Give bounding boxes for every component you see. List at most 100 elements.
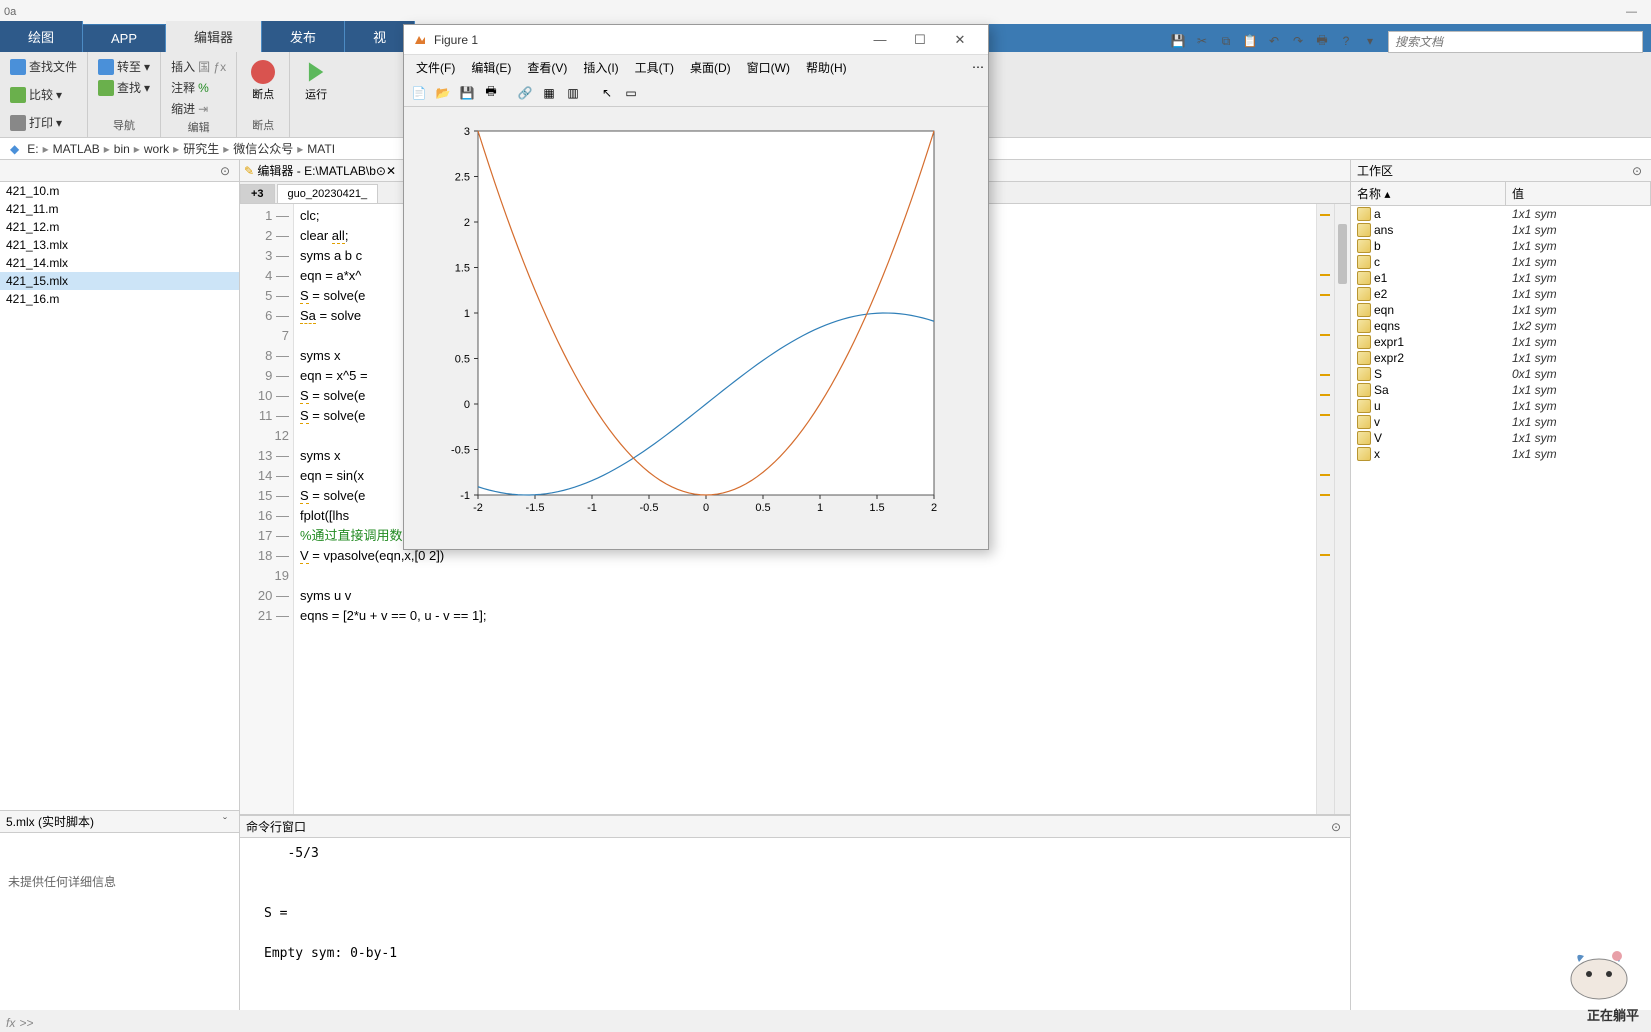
pointer-icon[interactable]: ↖ xyxy=(596,82,618,104)
panel-menu-icon[interactable]: ⊙ xyxy=(217,163,233,179)
menu-insert[interactable]: 插入(I) xyxy=(575,56,626,79)
workspace-row[interactable]: c1x1 sym xyxy=(1351,254,1651,270)
figure-titlebar[interactable]: Figure 1 — ☐ ✕ xyxy=(404,25,988,55)
breakpoint-button[interactable]: 断点 xyxy=(243,56,283,106)
file-item[interactable]: 421_12.m xyxy=(0,218,239,236)
save-icon[interactable]: 💾 xyxy=(1167,30,1189,52)
new-figure-icon[interactable]: 📄 xyxy=(408,82,430,104)
svg-text:0: 0 xyxy=(464,399,470,411)
paste-icon[interactable]: 📋 xyxy=(1239,30,1261,52)
workspace-row[interactable]: Sa1x1 sym xyxy=(1351,382,1651,398)
print-button[interactable]: 打印 ▾ xyxy=(6,112,81,133)
indent-button[interactable]: 缩进 ⇥ xyxy=(167,98,230,119)
workspace-row[interactable]: b1x1 sym xyxy=(1351,238,1651,254)
search-input[interactable] xyxy=(1388,31,1643,53)
cut-icon[interactable]: ✂ xyxy=(1191,30,1213,52)
qat-dropdown-icon[interactable]: ▾ xyxy=(1359,30,1381,52)
menu-desktop[interactable]: 桌面(D) xyxy=(682,56,739,79)
run-button[interactable]: 运行 xyxy=(296,56,336,106)
comment-button[interactable]: 注释 % xyxy=(167,77,230,98)
command-output[interactable]: -5/3 S = Empty sym: 0-by-1 xyxy=(240,838,1350,1010)
figure-canvas[interactable]: -2-1.5-1-0.500.511.52-1-0.500.511.522.53 xyxy=(404,107,988,549)
menu-edit[interactable]: 编辑(E) xyxy=(463,56,519,79)
file-item[interactable]: 421_10.m xyxy=(0,182,239,200)
ws-menu-icon[interactable]: ⊙ xyxy=(1629,163,1645,179)
menu-help[interactable]: 帮助(H) xyxy=(798,56,855,79)
detail-collapse-icon[interactable]: ˇ xyxy=(217,814,233,830)
undo-icon[interactable]: ↶ xyxy=(1263,30,1285,52)
editor-close-icon[interactable]: ✕ xyxy=(386,164,396,178)
col-value[interactable]: 值 xyxy=(1506,182,1651,205)
workspace-table[interactable]: a1x1 symans1x1 symb1x1 symc1x1 syme11x1 … xyxy=(1351,206,1651,1010)
workspace-row[interactable]: v1x1 sym xyxy=(1351,414,1651,430)
print-figure-icon[interactable]: 🖶 xyxy=(480,82,502,104)
goto-button[interactable]: 转至 ▾ xyxy=(94,56,154,77)
editor-menu-icon[interactable]: ⊙ xyxy=(376,164,386,178)
fig-close-button[interactable]: ✕ xyxy=(940,26,980,54)
crumb-2[interactable]: bin xyxy=(110,142,134,156)
tab-publish[interactable]: 发布 xyxy=(262,21,345,52)
workspace-row[interactable]: x1x1 sym xyxy=(1351,446,1651,462)
link-icon[interactable]: 🔗 xyxy=(514,82,536,104)
file-item[interactable]: 421_14.mlx xyxy=(0,254,239,272)
tab-editor[interactable]: 编辑器 xyxy=(166,21,262,52)
fig-maximize-button[interactable]: ☐ xyxy=(900,26,940,54)
menu-more-icon[interactable]: ⋯ xyxy=(972,60,984,74)
workspace-row[interactable]: V1x1 sym xyxy=(1351,430,1651,446)
menu-window[interactable]: 窗口(W) xyxy=(739,56,798,79)
editor-tab-active[interactable]: guo_20230421_ xyxy=(277,184,379,203)
save-figure-icon[interactable]: 💾 xyxy=(456,82,478,104)
print-icon[interactable]: 🖶 xyxy=(1311,30,1333,52)
file-item[interactable]: 421_13.mlx xyxy=(0,236,239,254)
workspace-row[interactable]: e21x1 sym xyxy=(1351,286,1651,302)
workspace-row[interactable]: eqns1x2 sym xyxy=(1351,318,1651,334)
datatip-icon[interactable]: ▭ xyxy=(620,82,642,104)
file-item[interactable]: 421_15.mlx xyxy=(0,272,239,290)
editor-tab-more[interactable]: +3 xyxy=(240,184,275,203)
menu-file[interactable]: 文件(F) xyxy=(408,56,463,79)
workspace-row[interactable]: ans1x1 sym xyxy=(1351,222,1651,238)
crumb-4[interactable]: 研究生 xyxy=(179,140,223,157)
workspace-row[interactable]: expr21x1 sym xyxy=(1351,350,1651,366)
file-item[interactable]: 421_16.m xyxy=(0,290,239,308)
workspace-row[interactable]: a1x1 sym xyxy=(1351,206,1651,222)
crumb-5[interactable]: 微信公众号 xyxy=(229,140,297,157)
compare-button[interactable]: 比较 ▾ xyxy=(6,84,81,105)
fig-minimize-button[interactable]: — xyxy=(860,26,900,54)
path-up-icon[interactable]: ◆ xyxy=(6,142,23,156)
crumb-3[interactable]: work xyxy=(140,142,173,156)
colorbar-icon[interactable]: ▥ xyxy=(562,82,584,104)
command-prompt[interactable]: fx >> xyxy=(0,1014,1651,1032)
workspace-row[interactable]: e11x1 sym xyxy=(1351,270,1651,286)
menu-tools[interactable]: 工具(T) xyxy=(627,56,682,79)
editor-scrollbar[interactable] xyxy=(1334,204,1350,814)
search-doc-box[interactable] xyxy=(1388,31,1643,53)
crumb-0[interactable]: E: xyxy=(23,142,42,156)
brush-icon[interactable]: ▦ xyxy=(538,82,560,104)
menu-view[interactable]: 查看(V) xyxy=(519,56,575,79)
workspace-row[interactable]: S0x1 sym xyxy=(1351,366,1651,382)
col-name[interactable]: 名称 ▴ xyxy=(1351,182,1506,205)
file-list[interactable]: 421_10.m 421_11.m 421_12.m 421_13.mlx 42… xyxy=(0,182,239,810)
minimize-button[interactable]: — xyxy=(1616,6,1647,18)
redo-icon[interactable]: ↷ xyxy=(1287,30,1309,52)
cmd-menu-icon[interactable]: ⊙ xyxy=(1328,819,1344,835)
tab-plot[interactable]: 绘图 xyxy=(0,21,83,52)
workspace-row[interactable]: u1x1 sym xyxy=(1351,398,1651,414)
svg-text:2.5: 2.5 xyxy=(455,172,470,184)
file-item[interactable]: 421_11.m xyxy=(0,200,239,218)
crumb-6[interactable]: MATI xyxy=(303,142,339,156)
fx-icon[interactable]: fx xyxy=(6,1016,15,1030)
open-figure-icon[interactable]: 📂 xyxy=(432,82,454,104)
tab-app[interactable]: APP xyxy=(83,25,166,52)
svg-text:1.5: 1.5 xyxy=(455,263,470,275)
workspace-row[interactable]: eqn1x1 sym xyxy=(1351,302,1651,318)
find-button[interactable]: 查找 ▾ xyxy=(94,77,154,98)
find-files-button[interactable]: 查找文件 xyxy=(6,56,81,77)
figure-window[interactable]: Figure 1 — ☐ ✕ 文件(F) 编辑(E) 查看(V) 插入(I) 工… xyxy=(403,24,989,550)
help-icon[interactable]: ? xyxy=(1335,30,1357,52)
copy-icon[interactable]: ⧉ xyxy=(1215,30,1237,52)
workspace-row[interactable]: expr11x1 sym xyxy=(1351,334,1651,350)
insert-button[interactable]: 插入 国 ƒx xyxy=(167,56,230,77)
crumb-1[interactable]: MATLAB xyxy=(49,142,104,156)
